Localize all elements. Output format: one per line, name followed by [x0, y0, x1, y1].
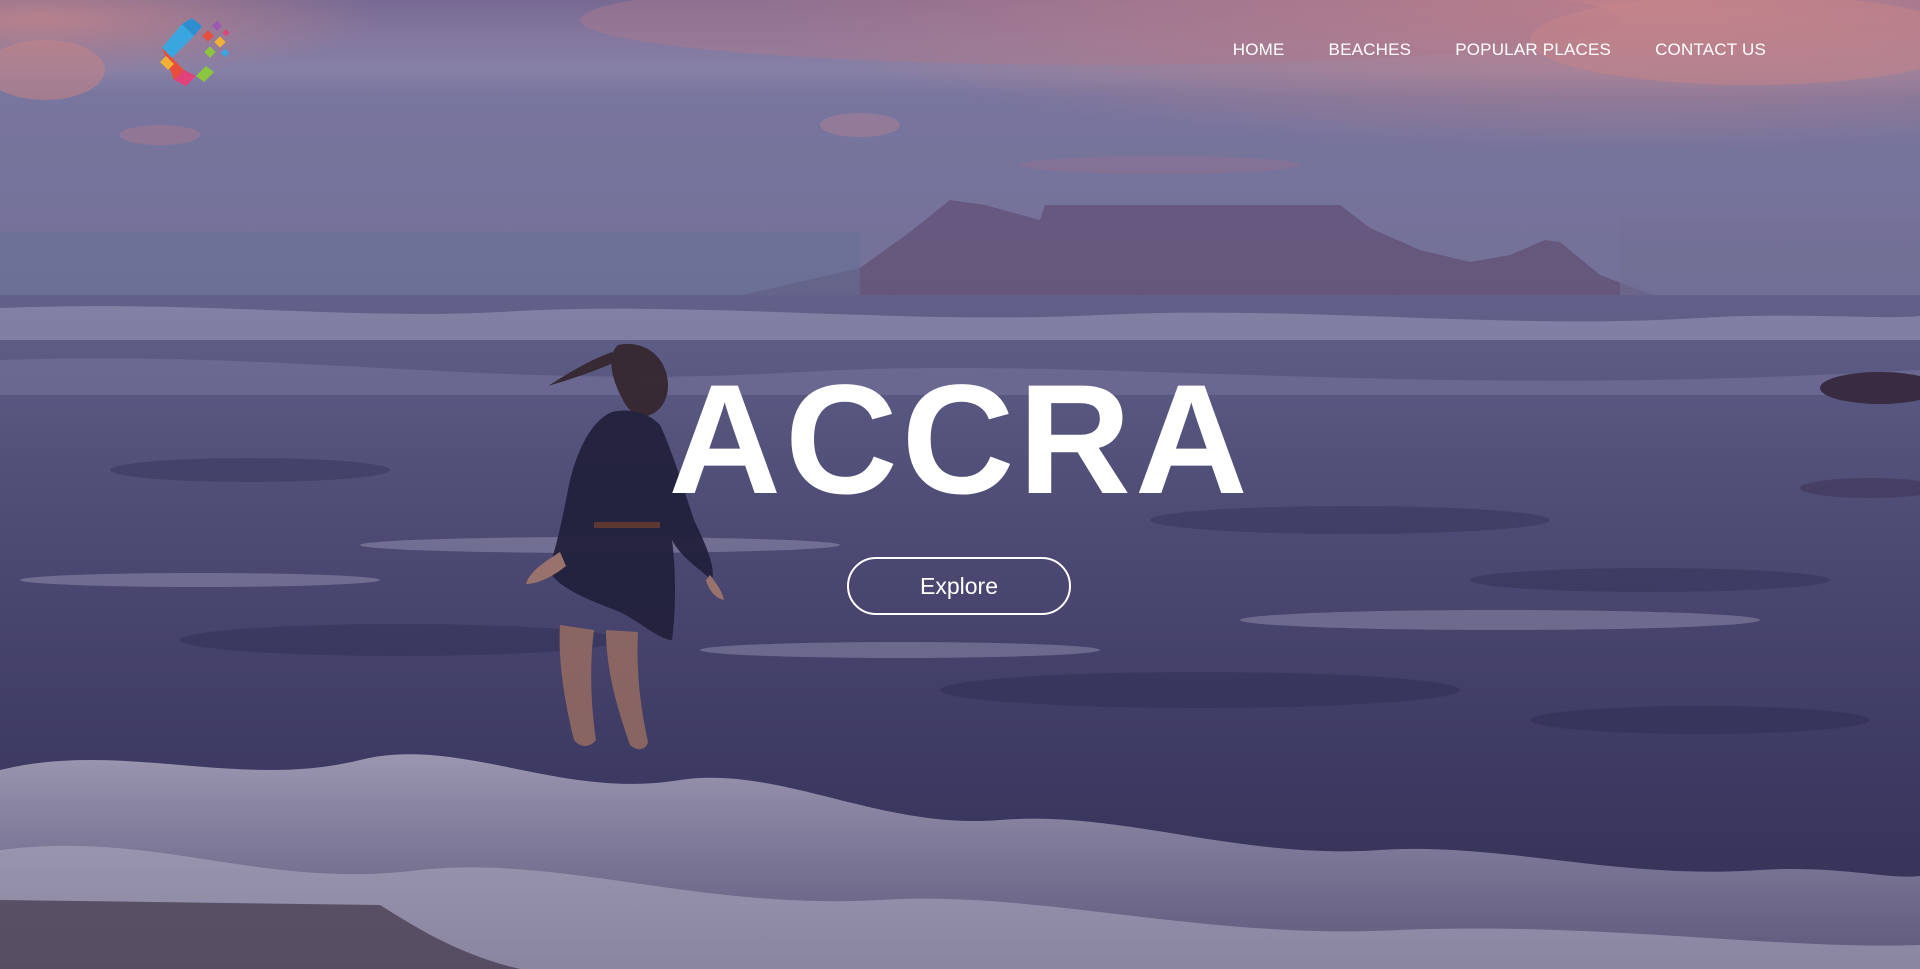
nav-item-contact-us[interactable]: CONTACT US: [1655, 40, 1766, 60]
nav-item-beaches[interactable]: BEACHES: [1329, 40, 1412, 60]
nav-item-popular-places[interactable]: POPULAR PLACES: [1455, 40, 1611, 60]
hero-title: ACCRA: [668, 353, 1252, 527]
explore-button[interactable]: Explore: [847, 557, 1071, 615]
colorful-diamond-logo-icon[interactable]: [152, 18, 234, 88]
main-navigation: HOME BEACHES POPULAR PLACES CONTACT US: [1233, 40, 1766, 60]
nav-item-home[interactable]: HOME: [1233, 40, 1285, 60]
hero-section: HOME BEACHES POPULAR PLACES CONTACT US A…: [0, 0, 1920, 969]
